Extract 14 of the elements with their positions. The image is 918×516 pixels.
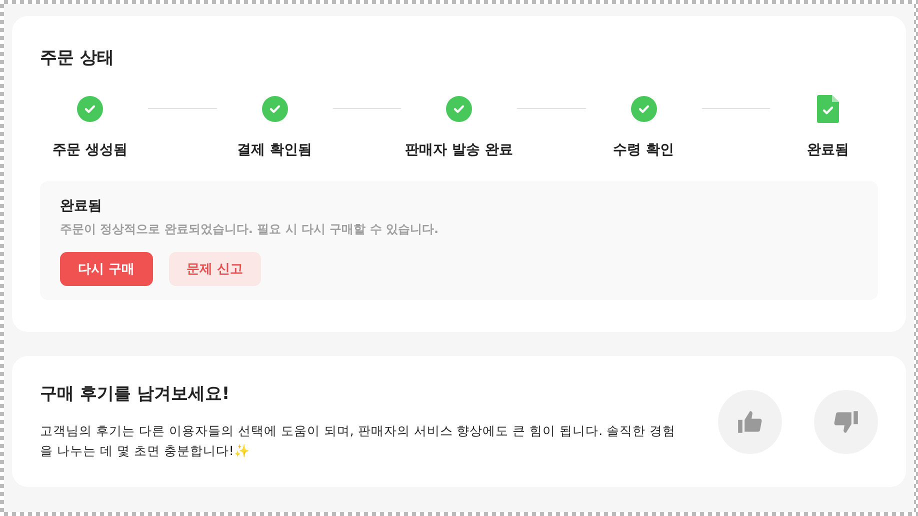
step-label: 수령 확인 <box>613 141 674 159</box>
step-label: 주문 생성됨 <box>52 141 128 159</box>
report-button[interactable]: 문제 신고 <box>168 252 262 286</box>
notice-message: 주문이 정상적으로 완료되었습니다. 필요 시 다시 구매할 수 있습니다. <box>60 221 440 238</box>
step-label: 완료됨 <box>807 141 849 159</box>
notice-title: 완료됨 <box>60 197 103 215</box>
step-label: 판매자 발송 완료 <box>405 141 513 159</box>
buy-again-button[interactable]: 다시 구매 <box>60 252 153 286</box>
thumbs-up-icon <box>737 408 763 434</box>
section-title: 주문 상태 <box>40 47 115 69</box>
review-title: 구매 후기를 남겨보세요! <box>40 383 231 405</box>
thumbs-down-icon <box>833 408 859 434</box>
review-message: 고객님의 후기는 다른 이용자들의 선택에 도움이 되며, 판매자의 서비스 향상에도 큰 힘이 됩니다. 솔직한 경험을 나누는 데 몇 초면 충분합니다!✨ <box>40 422 677 460</box>
step-label: 결제 확인됨 <box>237 141 312 159</box>
